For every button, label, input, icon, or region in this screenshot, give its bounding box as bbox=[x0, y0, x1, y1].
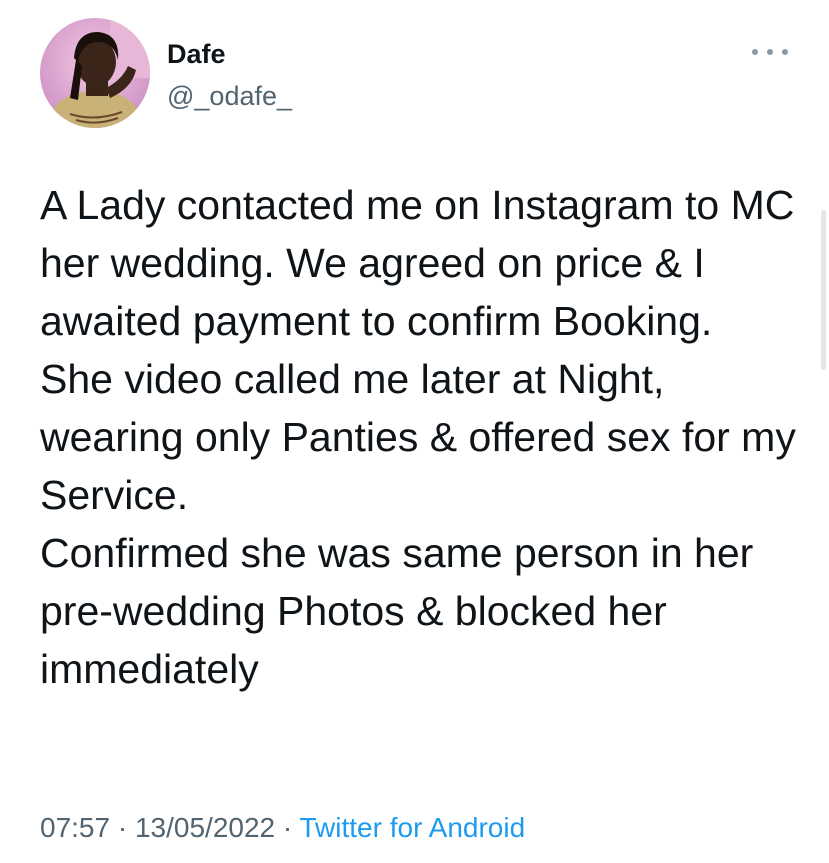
tweet-text: A Lady contacted me on Instagram to MC h… bbox=[40, 182, 796, 692]
ellipsis-icon-dot bbox=[782, 49, 788, 55]
more-options-button[interactable] bbox=[752, 40, 788, 64]
author-handle[interactable]: @_odafe_ bbox=[167, 80, 292, 112]
tweet: Dafe @_odafe_ A Lady contacted me on Ins… bbox=[0, 0, 829, 863]
ellipsis-icon-dot bbox=[767, 49, 773, 55]
avatar[interactable] bbox=[40, 18, 150, 128]
author-display-name[interactable]: Dafe bbox=[167, 38, 226, 70]
tweet-meta: 07:57 · 13/05/2022 · Twitter for Android bbox=[40, 810, 525, 846]
scrollbar[interactable] bbox=[821, 210, 826, 370]
tweet-date[interactable]: 13/05/2022 bbox=[135, 812, 275, 843]
tweet-source-link[interactable]: Twitter for Android bbox=[300, 812, 526, 843]
meta-separator: · bbox=[117, 812, 128, 843]
tweet-time[interactable]: 07:57 bbox=[40, 812, 110, 843]
meta-separator: · bbox=[282, 812, 293, 843]
profile-photo-icon bbox=[40, 18, 150, 128]
ellipsis-icon bbox=[752, 49, 758, 55]
